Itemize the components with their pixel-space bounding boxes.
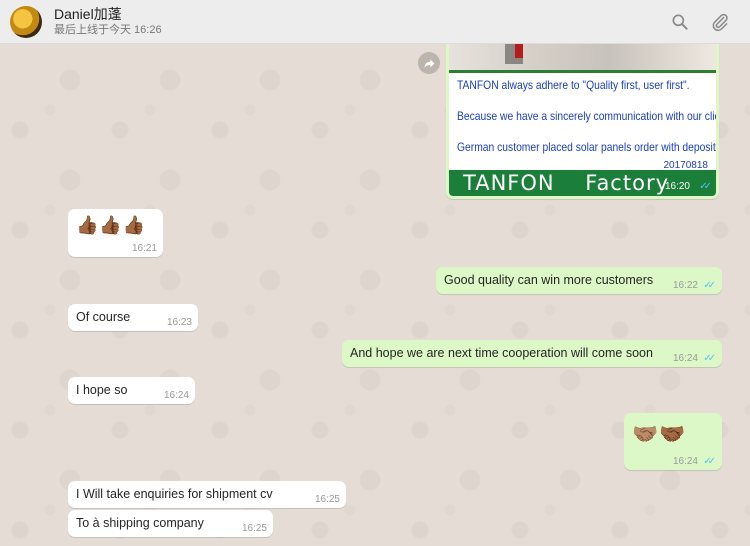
- read-ticks-icon: ✓✓: [703, 456, 716, 467]
- image-footer-text: TANFON Factory: [463, 171, 669, 195]
- forward-icon: [424, 58, 434, 68]
- outgoing-message[interactable]: And hope we are next time cooperation wi…: [342, 340, 722, 367]
- forward-button[interactable]: [418, 52, 440, 74]
- image-text-line-2: Because we have a sincerely communicatio…: [457, 109, 716, 123]
- message-text: Of course: [76, 310, 131, 324]
- message-text: And hope we are next time cooperation wi…: [350, 346, 653, 360]
- photo-strip: [449, 44, 716, 70]
- read-ticks-icon: ✓✓: [699, 181, 712, 192]
- contact-avatar[interactable]: [10, 5, 42, 38]
- message-text: I hope so: [76, 383, 128, 397]
- search-button[interactable]: [660, 2, 700, 42]
- message-time: 16:24: [672, 353, 698, 364]
- search-icon: [672, 14, 688, 30]
- message-time: 16:22: [672, 280, 698, 291]
- message-time: 16:24: [163, 390, 189, 401]
- message-text: Good quality can win more customers: [444, 273, 654, 287]
- message-time: 16:21: [131, 243, 157, 254]
- incoming-message[interactable]: Of course 16:23: [68, 304, 198, 331]
- outgoing-message[interactable]: Good quality can win more customers 16:2…: [436, 267, 722, 294]
- photo-figure-red: [515, 44, 523, 58]
- image-content[interactable]: TANFON always adhere to "Quality first, …: [449, 44, 716, 196]
- contact-info[interactable]: Daniel加蓬 最后上线于今天 16:26: [54, 6, 660, 37]
- image-message[interactable]: TANFON always adhere to "Quality first, …: [446, 44, 719, 199]
- message-time: 16:25: [314, 494, 340, 505]
- image-text-line-1: TANFON always adhere to "Quality first, …: [457, 78, 690, 92]
- outgoing-message[interactable]: 🤝🏽🤝🏾 16:24 ✓✓: [624, 413, 722, 470]
- read-ticks-icon: ✓✓: [703, 280, 716, 291]
- message-time: 16:25: [241, 523, 267, 534]
- attach-button[interactable]: [700, 2, 740, 42]
- chat-header: Daniel加蓬 最后上线于今天 16:26: [0, 0, 750, 44]
- paperclip-icon: [712, 13, 728, 31]
- incoming-message[interactable]: To à shipping company 16:25: [68, 510, 273, 537]
- message-text: I Will take enquiries for shipment cv: [76, 487, 273, 501]
- message-emoji: 👍🏾👍🏾👍🏾: [76, 215, 147, 235]
- contact-name: Daniel加蓬: [54, 6, 122, 22]
- incoming-message[interactable]: 👍🏾👍🏾👍🏾 16:21: [68, 209, 163, 257]
- message-text: To à shipping company: [76, 516, 204, 530]
- message-emoji: 🤝🏽🤝🏾: [632, 423, 687, 446]
- last-seen-status: 最后上线于今天 16:26: [54, 24, 162, 36]
- incoming-message[interactable]: I hope so 16:24: [68, 377, 195, 404]
- incoming-message[interactable]: I Will take enquiries for shipment cv 16…: [68, 481, 346, 508]
- message-time: 16:24: [672, 456, 698, 467]
- read-ticks-icon: ✓✓: [703, 353, 716, 364]
- message-time: 16:23: [166, 317, 192, 328]
- message-time: 16:20: [664, 181, 690, 192]
- image-text-line-3: German customer placed solar panels orde…: [457, 140, 716, 154]
- photo-divider: [449, 70, 716, 73]
